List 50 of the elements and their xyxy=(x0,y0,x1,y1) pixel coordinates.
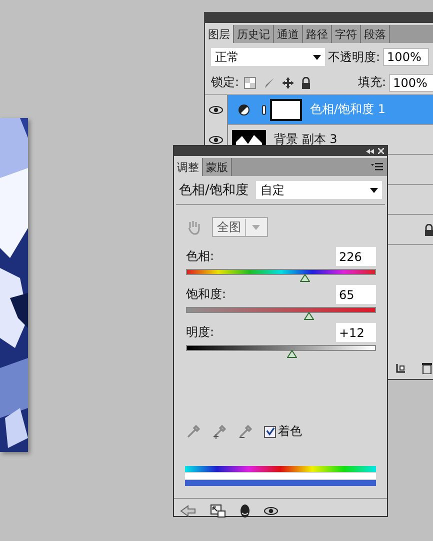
dropdown-arrow-icon xyxy=(313,54,321,60)
panel-tab[interactable]: 字符 xyxy=(332,25,361,43)
fill-label: 填充: xyxy=(358,74,386,91)
preset-dropdown[interactable]: 自定 xyxy=(256,181,382,199)
eyedropper-minus-icon[interactable] xyxy=(238,424,252,438)
chain-icon xyxy=(262,104,266,114)
move-icon[interactable] xyxy=(282,76,294,88)
slider-label: 色相: xyxy=(186,248,214,265)
lock-icon[interactable] xyxy=(301,76,312,88)
panel-tab[interactable]: 通道 xyxy=(274,25,303,43)
lock-label: 锁定: xyxy=(211,74,240,91)
dropdown-arrow-icon xyxy=(252,224,260,230)
panel-tab[interactable]: 路径 xyxy=(303,25,332,43)
opacity-label: 不透明度: xyxy=(328,48,380,66)
panel-tab[interactable]: 图层 xyxy=(205,25,234,43)
eye-icon[interactable] xyxy=(264,507,278,515)
visibility-circle-icon[interactable] xyxy=(240,504,250,518)
eyedropper-plus-icon[interactable] xyxy=(212,424,226,438)
channel-dropdown[interactable]: 全图 xyxy=(212,217,268,237)
checkbox-label: 着色 xyxy=(278,423,302,440)
fill-field[interactable]: 100% xyxy=(389,74,433,92)
layer-name: 色相/饱和度 1 xyxy=(310,101,386,118)
panel-tab[interactable]: 蒙版 xyxy=(203,158,232,176)
value-field[interactable]: +12 xyxy=(336,323,376,342)
clip-icon[interactable] xyxy=(210,504,226,518)
value-field[interactable]: 65 xyxy=(336,285,376,304)
layer-name: 背景 副本 3 xyxy=(274,131,338,148)
value-field[interactable]: 226 xyxy=(336,247,376,266)
new-layer-icon[interactable] xyxy=(395,362,407,374)
menu-icon[interactable] xyxy=(371,163,383,171)
panel-tab[interactable]: 调整 xyxy=(174,158,203,176)
blend-mode-dropdown[interactable]: 正常 xyxy=(211,48,325,66)
checkerboard-icon[interactable] xyxy=(244,76,256,88)
opacity-field[interactable]: 100% xyxy=(383,48,430,66)
slider-label: 饱和度: xyxy=(186,286,226,303)
panel-tab[interactable]: 段落 xyxy=(361,25,390,43)
adjustment-title: 色相/饱和度 xyxy=(179,182,248,199)
close-icon[interactable] xyxy=(378,148,384,154)
mask-thumbnail xyxy=(270,98,302,120)
brush-icon[interactable] xyxy=(263,76,276,88)
collapse-icon[interactable] xyxy=(366,148,374,154)
dropdown-arrow-icon xyxy=(370,188,378,192)
back-arrow-icon[interactable] xyxy=(180,505,196,517)
half-circle-icon xyxy=(238,104,250,116)
slider-label: 明度: xyxy=(186,324,214,341)
eye-icon[interactable] xyxy=(209,136,223,144)
checkbox[interactable] xyxy=(264,426,276,438)
eye-icon[interactable] xyxy=(209,106,223,114)
panel-tab[interactable]: 历史记 xyxy=(234,25,274,43)
trash-icon[interactable] xyxy=(421,362,433,374)
